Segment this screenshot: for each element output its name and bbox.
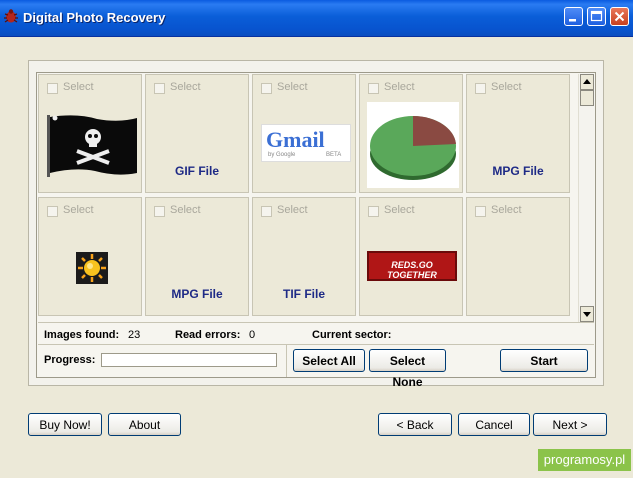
file-type-label: GIF File — [174, 164, 219, 178]
thumbnail-cell[interactable]: Select — [466, 197, 570, 316]
file-type-label: MPG File — [492, 164, 544, 178]
thumbnail-cell[interactable]: Select — [38, 74, 142, 193]
thumbnail-cell[interactable]: Select MPG File — [466, 74, 570, 193]
gmail-logo-thumbnail: Gmail by Google BETA — [261, 124, 351, 162]
images-found-value: 23 — [128, 329, 141, 341]
select-checkbox[interactable] — [368, 206, 379, 217]
select-checkbox[interactable] — [47, 83, 58, 94]
minimize-icon — [569, 19, 576, 22]
select-checkbox[interactable] — [368, 83, 379, 94]
select-none-button[interactable]: Select None — [369, 349, 446, 389]
pirate-flag-thumbnail — [47, 115, 137, 177]
scroll-thumb[interactable] — [580, 90, 594, 106]
select-checkbox[interactable] — [261, 83, 272, 94]
file-type-label: TIF File — [283, 287, 325, 301]
banner-thumbnail: REDS.GO TOGETHER — [367, 251, 457, 281]
window-title: Digital Photo Recovery — [23, 10, 166, 25]
back-button[interactable]: < Back — [378, 413, 452, 436]
select-label: Select — [491, 81, 522, 93]
thumbnail-cell[interactable]: Select Gmail by Google BETA — [252, 74, 356, 193]
select-label: Select — [277, 204, 308, 216]
vertical-scrollbar[interactable] — [578, 74, 594, 322]
app-bug-icon — [4, 9, 18, 23]
select-label: Select — [170, 204, 201, 216]
select-label: Select — [384, 204, 415, 216]
thumbnail-cell[interactable]: Select GIF File — [145, 74, 249, 193]
scroll-up-button[interactable] — [580, 74, 594, 90]
select-checkbox[interactable] — [261, 206, 272, 217]
progress-label: Progress: — [44, 354, 96, 366]
sun-thumbnail — [76, 252, 108, 284]
thumbnail-grid: Select Select GIF File Select Gmail by G… — [38, 74, 576, 322]
scroll-down-button[interactable] — [580, 306, 594, 322]
progress-bar — [101, 353, 277, 367]
thumbnail-cell[interactable]: Select MPG File — [145, 197, 249, 316]
gmail-wordmark: Gmail — [266, 127, 325, 152]
watermark-badge: programosy.pl — [538, 449, 631, 471]
read-errors-label: Read errors: — [175, 329, 241, 341]
file-type-label: MPG File — [171, 287, 223, 301]
cancel-button[interactable]: Cancel — [458, 413, 530, 436]
thumbnail-cell[interactable]: Select TIF File — [252, 197, 356, 316]
select-all-button[interactable]: Select All — [293, 349, 365, 372]
images-found-label: Images found: — [44, 329, 120, 341]
gmail-beta: BETA — [326, 152, 342, 158]
maximize-button[interactable] — [587, 7, 606, 26]
close-button[interactable] — [610, 7, 629, 26]
start-button[interactable]: Start — [500, 349, 588, 372]
arrow-down-icon — [583, 312, 591, 317]
select-label: Select — [170, 81, 201, 93]
thumbnail-cell[interactable]: Select REDS.GO TOGETHER — [359, 197, 463, 316]
select-checkbox[interactable] — [154, 206, 165, 217]
select-label: Select — [384, 81, 415, 93]
read-errors-value: 0 — [249, 329, 256, 341]
current-sector-label: Current sector: — [312, 329, 392, 341]
select-label: Select — [63, 204, 94, 216]
progress-row: Progress: Select All Select None Start — [38, 344, 594, 389]
thumbnail-cell[interactable]: Select — [359, 74, 463, 193]
select-label: Select — [277, 81, 308, 93]
banner-text: REDS.GO TOGETHER — [387, 260, 437, 280]
gmail-tagline: by Google — [268, 152, 296, 158]
arrow-up-icon — [583, 79, 591, 84]
select-checkbox[interactable] — [475, 206, 486, 217]
buy-now-button[interactable]: Buy Now! — [28, 413, 102, 436]
select-checkbox[interactable] — [154, 83, 165, 94]
select-label: Select — [63, 81, 94, 93]
next-button[interactable]: Next > — [533, 413, 607, 436]
title-bar[interactable]: Digital Photo Recovery — [0, 0, 633, 37]
select-checkbox[interactable] — [475, 83, 486, 94]
divider — [286, 345, 287, 377]
select-checkbox[interactable] — [47, 206, 58, 217]
select-label: Select — [491, 204, 522, 216]
about-button[interactable]: About — [108, 413, 181, 436]
maximize-icon — [590, 10, 603, 22]
close-icon — [614, 11, 625, 22]
status-row: Images found: 23 Read errors: 0 Current … — [38, 322, 594, 345]
minimize-button[interactable] — [564, 7, 583, 26]
pie-chart-thumbnail — [367, 102, 459, 188]
thumbnail-cell[interactable]: Select — [38, 197, 142, 316]
